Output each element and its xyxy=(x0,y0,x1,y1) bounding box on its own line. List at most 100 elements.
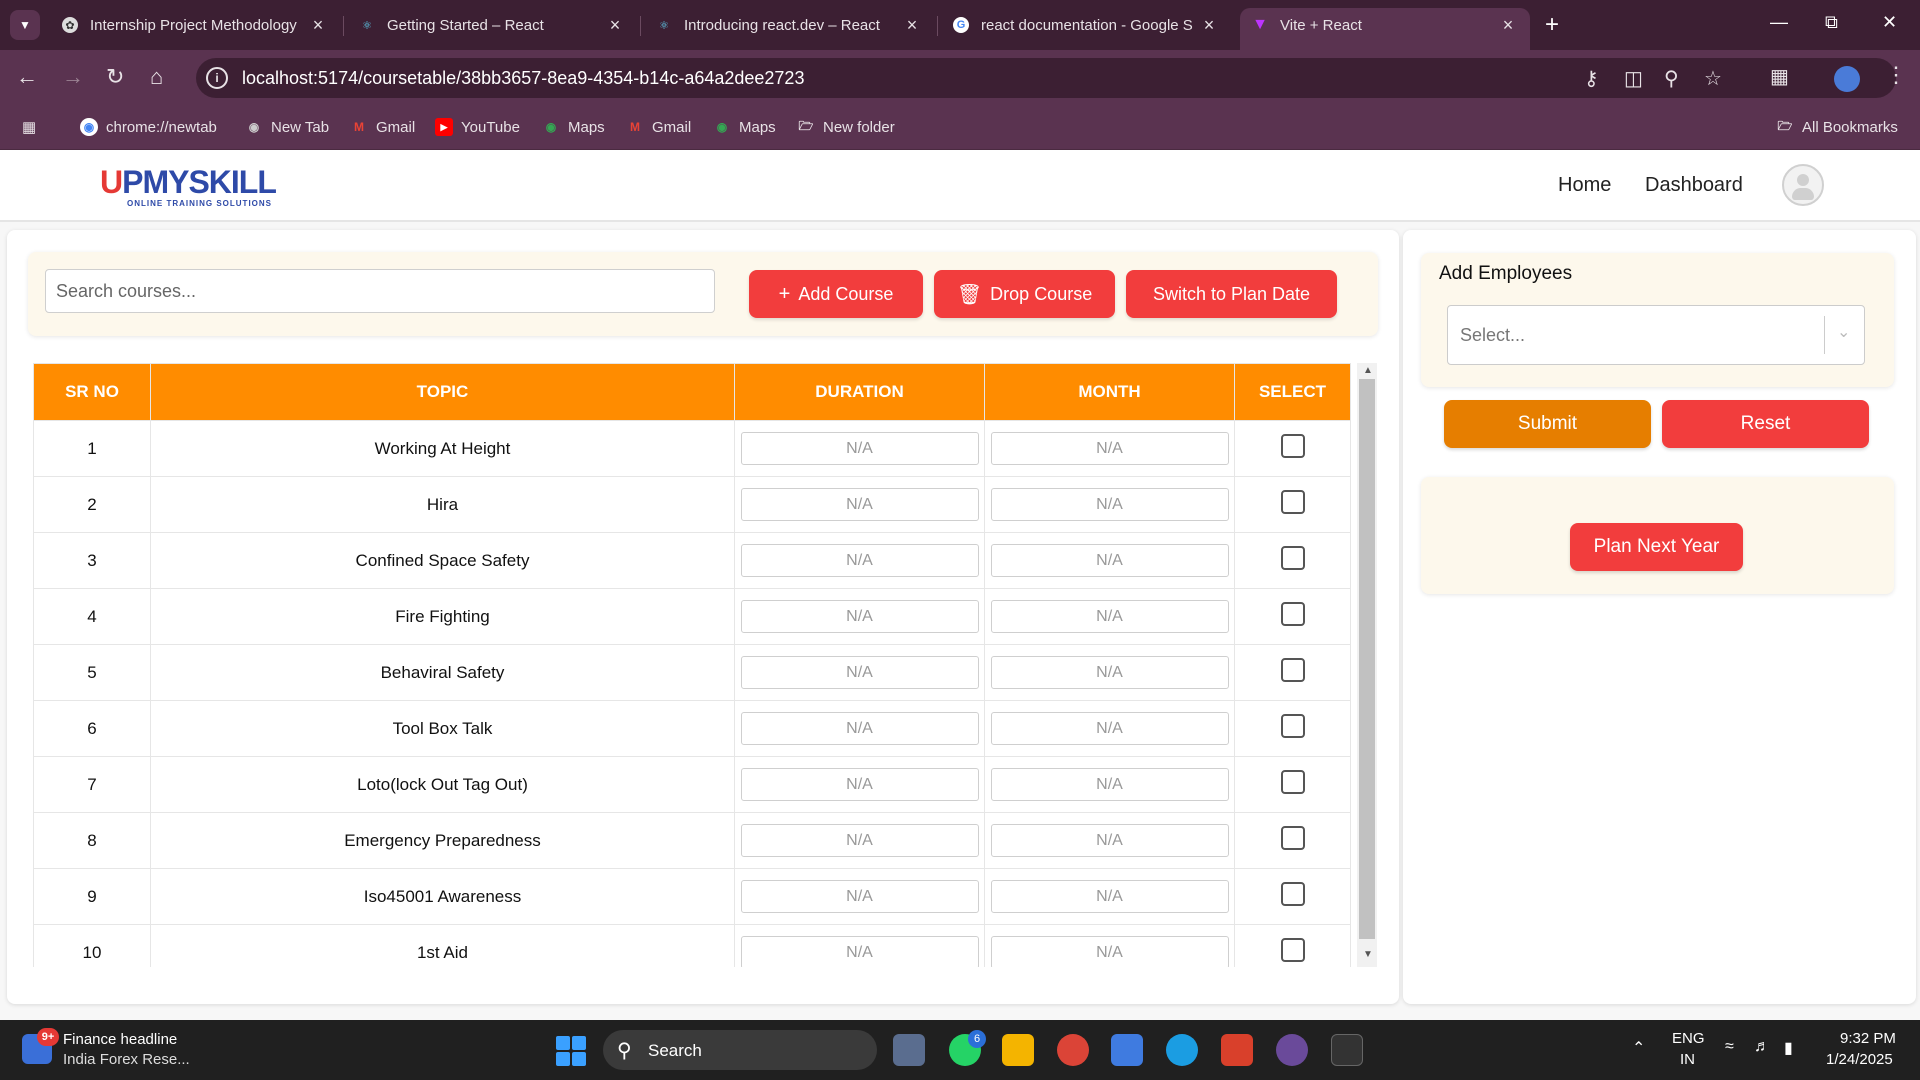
nav-dashboard-link[interactable]: Dashboard xyxy=(1645,174,1743,197)
forward-arrow-icon[interactable]: → xyxy=(62,64,84,90)
month-input[interactable]: N/A xyxy=(990,600,1229,633)
apps-grid-icon[interactable]: ▦ xyxy=(22,118,36,136)
reload-icon[interactable]: ↻ xyxy=(106,64,124,90)
chrome-profile-icon[interactable] xyxy=(1276,1034,1308,1066)
menu-dots-icon[interactable]: ⋮ xyxy=(1885,62,1907,88)
password-key-icon[interactable]: ⚷ xyxy=(1584,66,1599,91)
month-input[interactable]: N/A xyxy=(990,880,1229,913)
translate-icon[interactable]: ◫ xyxy=(1624,66,1643,91)
store-icon[interactable] xyxy=(1111,1034,1143,1066)
select-checkbox[interactable] xyxy=(1280,602,1305,626)
duration-input[interactable]: N/A xyxy=(740,656,979,689)
app-icon[interactable] xyxy=(1221,1034,1253,1066)
scroll-down-arrow-icon[interactable]: ▼ xyxy=(1363,949,1373,960)
clock-time[interactable]: 9:32 PM xyxy=(1840,1030,1896,1047)
scrollbar-thumb[interactable] xyxy=(1359,379,1375,939)
bookmark-item[interactable]: M Gmail xyxy=(350,118,415,136)
month-input[interactable]: N/A xyxy=(990,936,1229,967)
browser-tab[interactable]: ✿ Internship Project Methodology × xyxy=(50,8,340,42)
restore-icon[interactable]: ⧉ xyxy=(1825,12,1838,33)
browser-tab[interactable]: ⚛ Introducing react.dev – React × xyxy=(644,8,934,42)
drop-course-button[interactable]: 🗑 Drop Course xyxy=(934,270,1115,318)
select-checkbox[interactable] xyxy=(1280,938,1305,962)
close-tab-icon[interactable]: × xyxy=(605,15,625,36)
language-indicator[interactable]: ENG xyxy=(1672,1030,1705,1047)
tab-search-chevron-icon[interactable]: ▼ xyxy=(10,10,40,40)
bookmark-item[interactable]: 🗁 New folder xyxy=(797,118,895,136)
select-checkbox[interactable] xyxy=(1280,546,1305,570)
month-input[interactable]: N/A xyxy=(990,712,1229,745)
month-input[interactable]: N/A xyxy=(990,768,1229,801)
chevron-down-icon[interactable]: ⌄ xyxy=(1837,322,1850,342)
bookmark-item[interactable]: ▶ YouTube xyxy=(435,118,520,136)
browser-tab[interactable]: G react documentation - Google S × xyxy=(941,8,1231,42)
month-input[interactable]: N/A xyxy=(990,656,1229,689)
minimize-icon[interactable]: — xyxy=(1770,12,1788,33)
close-tab-icon[interactable]: × xyxy=(902,15,922,36)
news-title[interactable]: Finance headline xyxy=(63,1031,177,1048)
region-indicator[interactable]: IN xyxy=(1680,1051,1695,1068)
duration-input[interactable]: N/A xyxy=(740,768,979,801)
bookmark-item[interactable]: M Gmail xyxy=(626,118,691,136)
search-courses-input[interactable] xyxy=(45,269,715,313)
bookmark-star-icon[interactable]: ☆ xyxy=(1704,66,1722,91)
select-checkbox[interactable] xyxy=(1280,826,1305,850)
add-course-button[interactable]: + Add Course xyxy=(749,270,923,318)
new-tab-plus-icon[interactable]: + xyxy=(1545,11,1559,39)
browser-tab-active[interactable]: ▼ Vite + React × xyxy=(1240,8,1530,50)
plan-next-year-button[interactable]: Plan Next Year xyxy=(1570,523,1743,571)
back-arrow-icon[interactable]: ← xyxy=(16,64,38,90)
wifi-icon[interactable]: ≈ xyxy=(1725,1038,1734,1056)
month-input[interactable]: N/A xyxy=(990,432,1229,465)
table-scrollbar[interactable]: ▲ ▼ xyxy=(1357,363,1377,967)
bookmark-item[interactable]: ◉ chrome://newtab xyxy=(80,118,217,136)
select-checkbox[interactable] xyxy=(1280,714,1305,738)
duration-input[interactable]: N/A xyxy=(740,432,979,465)
task-view-icon[interactable] xyxy=(893,1034,925,1066)
address-bar[interactable]: i localhost:5174/coursetable/38bb3657-8e… xyxy=(196,58,1896,98)
clock-date[interactable]: 1/24/2025 xyxy=(1826,1051,1893,1068)
duration-input[interactable]: N/A xyxy=(740,936,979,967)
browser-tab[interactable]: ⚛ Getting Started – React × xyxy=(347,8,637,42)
select-checkbox[interactable] xyxy=(1280,770,1305,794)
all-bookmarks[interactable]: 🗁 All Bookmarks xyxy=(1776,118,1898,136)
submit-button[interactable]: Submit xyxy=(1444,400,1651,448)
employee-select[interactable]: Select... ⌄ xyxy=(1447,305,1865,365)
extensions-puzzle-icon[interactable]: ▦ xyxy=(1770,64,1789,89)
duration-input[interactable]: N/A xyxy=(740,488,979,521)
zoom-icon[interactable]: ⚲ xyxy=(1664,66,1679,91)
close-tab-icon[interactable]: × xyxy=(308,15,328,36)
battery-icon[interactable]: ▮ xyxy=(1784,1038,1793,1058)
file-explorer-icon[interactable] xyxy=(1002,1034,1034,1066)
duration-input[interactable]: N/A xyxy=(740,824,979,857)
profile-avatar-icon[interactable] xyxy=(1834,66,1860,92)
select-checkbox[interactable] xyxy=(1280,658,1305,682)
switch-to-plan-date-button[interactable]: Switch to Plan Date xyxy=(1126,270,1337,318)
bookmark-item[interactable]: ◉ Maps xyxy=(713,118,776,136)
site-info-icon[interactable]: i xyxy=(206,67,228,89)
news-subtitle[interactable]: India Forex Rese... xyxy=(63,1051,190,1068)
user-avatar-icon[interactable] xyxy=(1782,164,1824,206)
close-tab-icon[interactable]: × xyxy=(1498,15,1518,36)
duration-input[interactable]: N/A xyxy=(740,712,979,745)
bookmark-item[interactable]: ◉ New Tab xyxy=(245,118,329,136)
upmyskill-logo[interactable]: UPMYSKILL ONLINE TRAINING SOLUTIONS xyxy=(100,164,277,208)
duration-input[interactable]: N/A xyxy=(740,544,979,577)
terminal-icon[interactable] xyxy=(1331,1034,1363,1066)
show-hidden-icons-icon[interactable]: ⌃ xyxy=(1632,1038,1645,1058)
edge-icon[interactable] xyxy=(1166,1034,1198,1066)
month-input[interactable]: N/A xyxy=(990,544,1229,577)
nav-home-link[interactable]: Home xyxy=(1558,174,1611,197)
select-checkbox[interactable] xyxy=(1280,434,1305,458)
month-input[interactable]: N/A xyxy=(990,824,1229,857)
duration-input[interactable]: N/A xyxy=(740,880,979,913)
close-tab-icon[interactable]: × xyxy=(1199,15,1219,36)
month-input[interactable]: N/A xyxy=(990,488,1229,521)
home-icon[interactable]: ⌂ xyxy=(150,64,163,90)
chrome-icon[interactable] xyxy=(1057,1034,1089,1066)
url-text[interactable]: localhost:5174/coursetable/38bb3657-8ea9… xyxy=(242,68,804,89)
bookmark-item[interactable]: ◉ Maps xyxy=(542,118,605,136)
select-checkbox[interactable] xyxy=(1280,882,1305,906)
volume-icon[interactable]: ♬ xyxy=(1754,1038,1770,1056)
reset-button[interactable]: Reset xyxy=(1662,400,1869,448)
